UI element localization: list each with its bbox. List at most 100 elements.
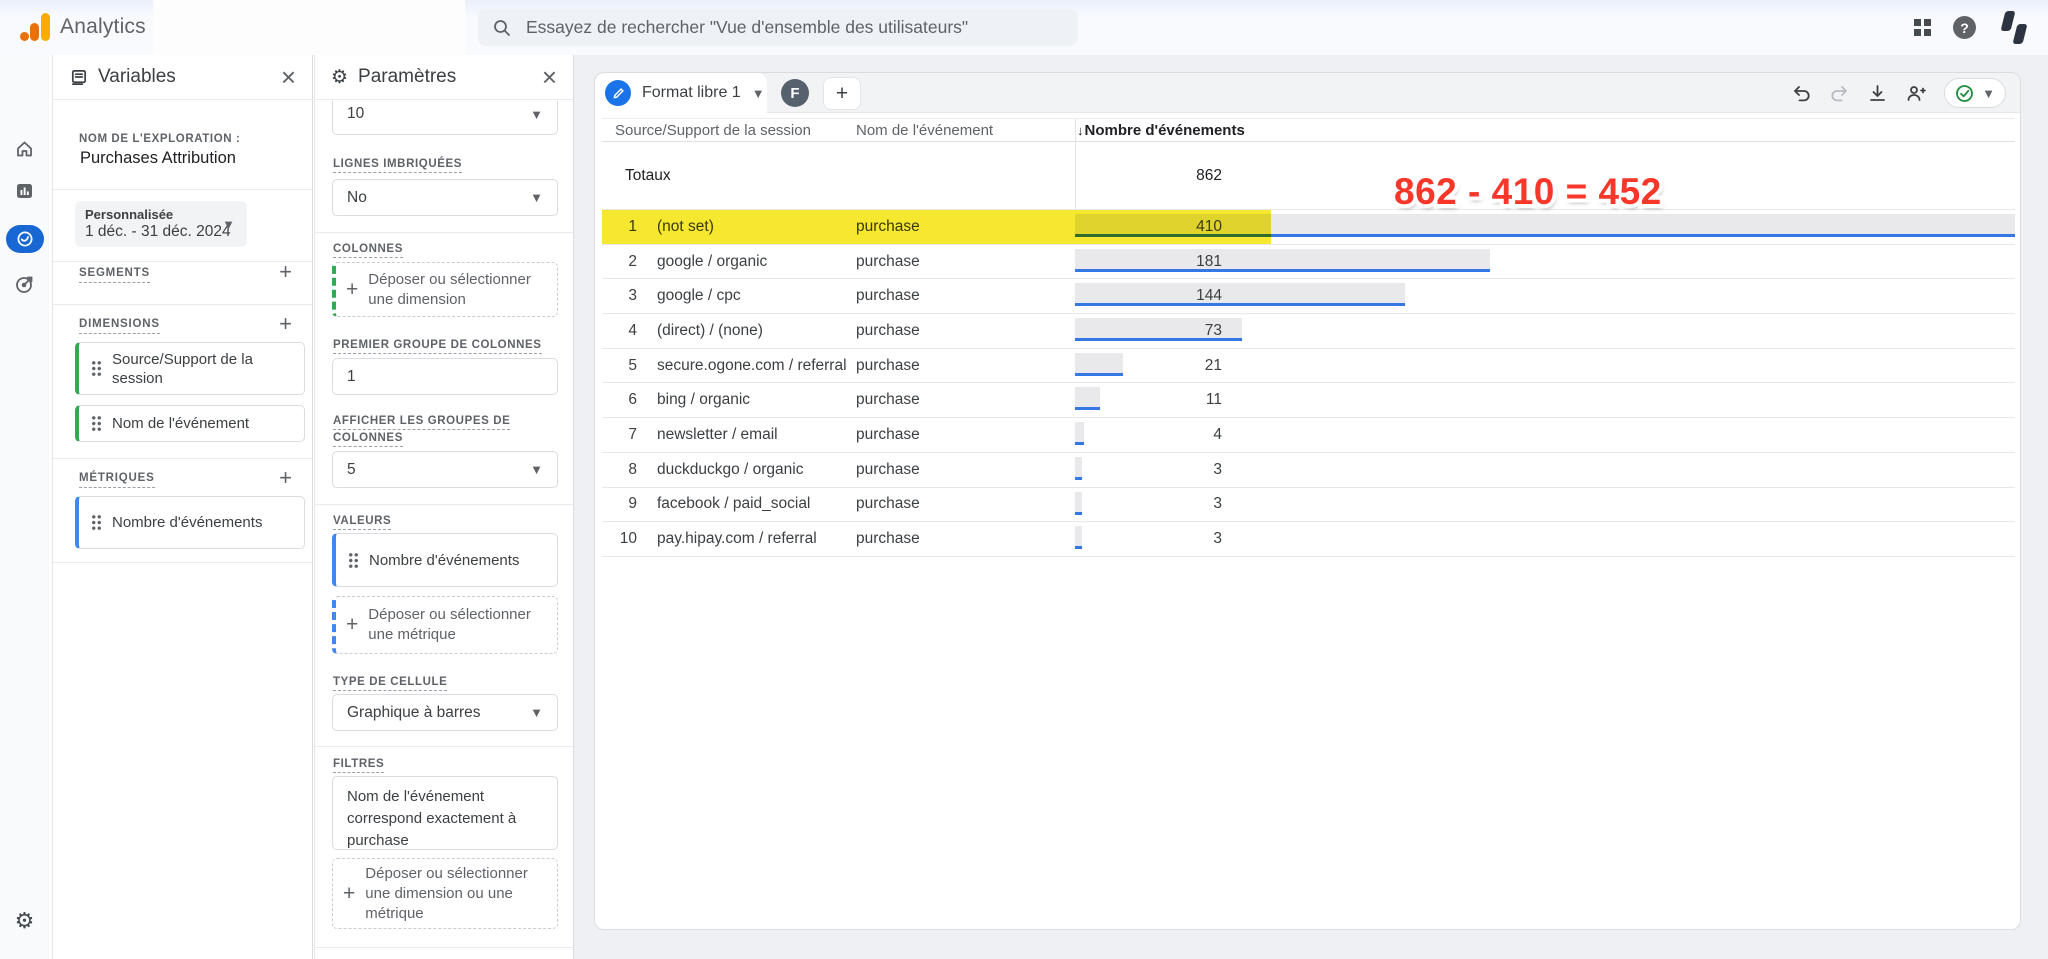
row-source-medium[interactable]: secure.ogone.com / referral: [657, 349, 852, 383]
sort-desc-icon: ↓: [1077, 123, 1084, 138]
table-row[interactable]: 5secure.ogone.com / referralpurchase21: [602, 349, 2015, 384]
redo-button[interactable]: [1829, 83, 1850, 104]
search-placeholder: Essayez de rechercher "Vue d'ensemble de…: [526, 17, 968, 38]
table-row[interactable]: 7newsletter / emailpurchase4: [602, 418, 2015, 453]
metric-chip[interactable]: Nombre d'événements: [75, 496, 305, 549]
drop-metric-text: Déposer ou sélectionner une métrique: [368, 605, 547, 645]
row-rank: 7: [602, 418, 637, 452]
drop-metric-zone[interactable]: + Déposer ou sélectionner une métrique: [332, 596, 558, 654]
drag-handle-icon[interactable]: [91, 360, 102, 377]
exploration-canvas-area: Format libre 1 ▼ F +: [574, 55, 2048, 959]
explore-active-pill: [6, 225, 44, 253]
row-event-name[interactable]: purchase: [856, 522, 1066, 556]
drag-handle-icon[interactable]: [91, 514, 102, 531]
table-row[interactable]: 6bing / organicpurchase11: [602, 383, 2015, 418]
chevron-down-icon: ▼: [530, 462, 543, 477]
row-source-medium[interactable]: facebook / paid_social: [657, 488, 852, 522]
dimension-chip[interactable]: Source/Support de la session: [75, 342, 305, 395]
row-event-name[interactable]: purchase: [856, 210, 1066, 244]
nav-home[interactable]: [0, 139, 49, 159]
add-segment-button[interactable]: +: [279, 261, 292, 283]
plus-icon: +: [346, 278, 358, 302]
explore-icon: [15, 229, 35, 249]
cell-type-label: TYPE DE CELLULE: [333, 676, 447, 691]
dimension-chip[interactable]: Nom de l'événement: [75, 405, 305, 442]
nav-reports[interactable]: [0, 181, 49, 201]
cell-type-select[interactable]: Graphique à barres ▼: [332, 694, 558, 731]
add-tab-button[interactable]: +: [823, 77, 861, 110]
share-add-user-button[interactable]: [1905, 83, 1927, 104]
tab-format-libre[interactable]: Format libre 1 ▼: [595, 73, 767, 113]
nested-rows-select[interactable]: No ▼: [332, 179, 558, 216]
row-source-medium[interactable]: pay.hipay.com / referral: [657, 522, 852, 556]
date-range-picker[interactable]: Personnalisée 1 déc. - 31 déc. 2024 ▼: [75, 201, 247, 247]
row-event-name[interactable]: purchase: [856, 418, 1066, 452]
advertising-icon: [14, 273, 36, 295]
row-source-medium[interactable]: bing / organic: [657, 383, 852, 417]
rows-select-value: 10: [347, 105, 530, 123]
row-event-name[interactable]: purchase: [856, 453, 1066, 487]
drop-filter-zone[interactable]: + Déposer ou sélectionner une dimension …: [332, 858, 558, 929]
table-row[interactable]: 3google / cpcpurchase144: [602, 279, 2015, 314]
property-selector[interactable]: [153, 0, 465, 55]
chevron-down-icon[interactable]: ▼: [752, 86, 765, 101]
row-event-name[interactable]: purchase: [856, 383, 1066, 417]
nav-advertising[interactable]: [0, 273, 49, 295]
edit-pencil-icon: [605, 80, 631, 106]
saved-status-pill[interactable]: ▼: [1944, 78, 2006, 108]
row-event-name[interactable]: purchase: [856, 279, 1066, 313]
col-header-event[interactable]: Nom de l'événement: [856, 119, 993, 141]
nested-rows-label: LIGNES IMBRIQUÉES: [333, 158, 462, 173]
add-dimension-button[interactable]: +: [279, 313, 292, 335]
nav-settings[interactable]: ⚙: [0, 910, 49, 932]
row-source-medium[interactable]: newsletter / email: [657, 418, 852, 452]
settings-gear-icon: ⚙: [15, 910, 35, 932]
table-row[interactable]: 4(direct) / (none)purchase73: [602, 314, 2015, 349]
filter-chip[interactable]: Nom de l'événement correspond exactement…: [332, 776, 558, 850]
row-source-medium[interactable]: duckduckgo / organic: [657, 453, 852, 487]
settings-close-icon[interactable]: ×: [542, 64, 557, 90]
table-row[interactable]: 1(not set)purchase410: [602, 210, 2015, 245]
exploration-name-value[interactable]: Purchases Attribution: [80, 149, 236, 168]
row-source-medium[interactable]: google / cpc: [657, 279, 852, 313]
variables-icon: [69, 68, 88, 87]
row-source-medium[interactable]: (not set): [657, 210, 852, 244]
row-event-name[interactable]: purchase: [856, 245, 1066, 279]
row-rank: 4: [602, 314, 637, 348]
collaborator-avatar[interactable]: F: [781, 79, 809, 107]
show-col-groups-value: 5: [347, 461, 530, 479]
drag-handle-icon[interactable]: [348, 552, 359, 569]
apps-grid-icon[interactable]: [1914, 19, 1931, 36]
table-row[interactable]: 2google / organicpurchase181: [602, 245, 2015, 280]
totals-label: Totaux: [625, 142, 671, 209]
row-rank: 1: [602, 210, 637, 244]
row-event-name[interactable]: purchase: [856, 349, 1066, 383]
row-source-medium[interactable]: (direct) / (none): [657, 314, 852, 348]
search-bar[interactable]: Essayez de rechercher "Vue d'ensemble de…: [478, 9, 1078, 46]
row-source-medium[interactable]: google / organic: [657, 245, 852, 279]
add-metric-button[interactable]: +: [279, 467, 292, 489]
table-row[interactable]: 9facebook / paid_socialpurchase3: [602, 488, 2015, 523]
drag-handle-icon[interactable]: [91, 415, 102, 432]
col-header-metric[interactable]: ↓ Nombre d'événements: [1077, 119, 1245, 141]
first-col-group-input[interactable]: 1: [332, 358, 558, 395]
row-event-name[interactable]: purchase: [856, 488, 1066, 522]
tab-settings-icon: ⚙: [331, 68, 348, 87]
nav-explore[interactable]: [0, 225, 49, 253]
help-icon[interactable]: ?: [1953, 16, 1976, 39]
rows-select[interactable]: 10 ▼: [332, 101, 558, 135]
analytics-brand[interactable]: Analytics: [20, 13, 146, 41]
show-col-groups-select[interactable]: 5 ▼: [332, 451, 558, 488]
variables-close-icon[interactable]: ×: [281, 64, 296, 90]
download-button[interactable]: [1867, 83, 1888, 104]
col-header-source[interactable]: Source/Support de la session: [615, 119, 811, 141]
row-rank: 8: [602, 453, 637, 487]
value-metric-chip[interactable]: Nombre d'événements: [332, 533, 558, 587]
profile-avatar[interactable]: [1998, 11, 2030, 45]
undo-button[interactable]: [1791, 83, 1812, 104]
drop-dimension-zone[interactable]: + Déposer ou sélectionner une dimension: [332, 262, 558, 317]
table-row[interactable]: 10pay.hipay.com / referralpurchase3: [602, 522, 2015, 557]
table-row[interactable]: 8duckduckgo / organicpurchase3: [602, 453, 2015, 488]
row-event-name[interactable]: purchase: [856, 314, 1066, 348]
show-col-groups-label: AFFICHER LES GROUPES DE COLONNES: [333, 415, 510, 447]
